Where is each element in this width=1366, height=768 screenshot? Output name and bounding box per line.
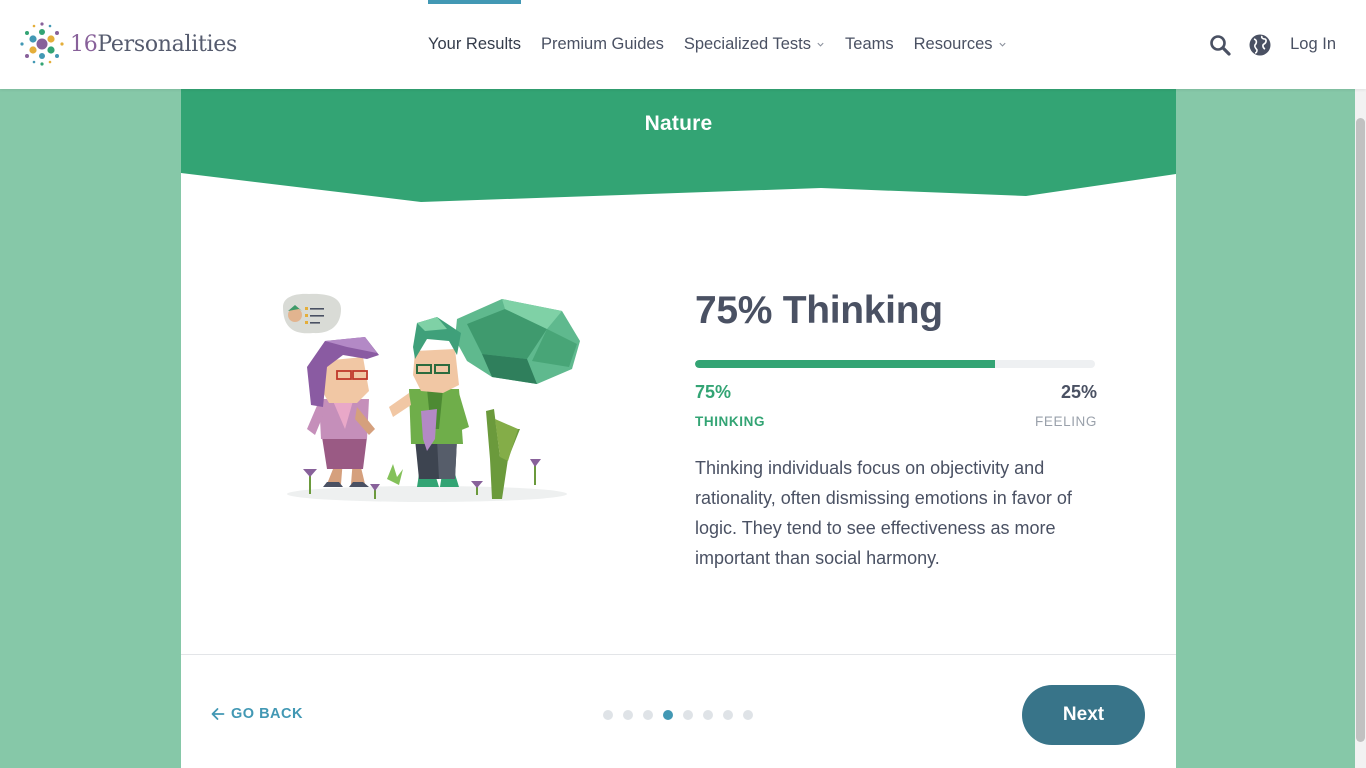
step-dot[interactable] (743, 710, 753, 720)
arrow-left-icon (211, 708, 225, 720)
chevron-down-icon (998, 42, 1006, 47)
globe-icon[interactable] (1248, 33, 1272, 57)
search-icon[interactable] (1208, 33, 1232, 57)
feeling-percent: 25% (1060, 382, 1097, 402)
nav-label: Specialized Tests (683, 35, 812, 53)
trait-description: Thinking individuals focus on objectivit… (695, 458, 1072, 568)
nav-label: Premium Guides (540, 35, 664, 53)
next-button[interactable]: Next (1022, 685, 1145, 745)
logo-wordmark: 16Personalities (70, 31, 237, 57)
trait-progress-bar (695, 360, 1095, 368)
nav-your-results[interactable]: Your Results (418, 0, 531, 89)
step-indicator (603, 710, 763, 720)
logo-icon (20, 22, 64, 66)
login-link[interactable]: Log In (1290, 35, 1336, 54)
site-logo[interactable]: 16Personalities (18, 20, 237, 68)
thinking-illustration (283, 293, 580, 502)
result-card: Nature 75% Thinking 75% 25% THINKING FEE… (181, 89, 1176, 768)
nav-resources[interactable]: Resources (904, 0, 1017, 89)
nav-label: Teams (845, 35, 894, 53)
feeling-label: FEELING (1035, 414, 1097, 429)
go-back-label: GO BACK (231, 706, 303, 722)
footer-divider (181, 654, 1176, 655)
nav-label: Your Results (428, 35, 521, 53)
step-dot[interactable] (643, 710, 653, 720)
result-title: 75% Thinking (695, 289, 943, 332)
step-dot[interactable] (623, 710, 633, 720)
nav-label: Resources (913, 35, 993, 53)
thinking-label: THINKING (695, 414, 766, 429)
main-nav: Your Results Premium Guides Specialized … (418, 0, 1017, 89)
scrollbar-thumb[interactable] (1356, 118, 1365, 742)
step-dot[interactable] (683, 710, 693, 720)
trait-progress-fill (695, 360, 995, 368)
trait-percentages: 75% 25% (695, 382, 1097, 403)
site-header: 16Personalities Your Results Premium Gui… (0, 0, 1366, 89)
section-banner (181, 89, 1176, 202)
nav-teams[interactable]: Teams (835, 0, 904, 89)
nav-premium-guides[interactable]: Premium Guides (531, 0, 674, 89)
step-dot[interactable] (723, 710, 733, 720)
result-details: 75% Thinking 75% 25% THINKING FEELING Th… (695, 287, 1097, 573)
go-back-button[interactable]: GO BACK (211, 706, 303, 722)
nav-specialized-tests[interactable]: Specialized Tests (674, 0, 835, 89)
trait-names: THINKING FEELING (695, 403, 1097, 429)
step-dot[interactable] (663, 710, 673, 720)
chevron-down-icon (817, 42, 824, 47)
section-title: Nature (644, 112, 713, 135)
header-actions: Log In (1208, 0, 1336, 89)
step-dot[interactable] (703, 710, 713, 720)
step-dot[interactable] (603, 710, 613, 720)
thinking-percent: 75% (695, 382, 732, 402)
